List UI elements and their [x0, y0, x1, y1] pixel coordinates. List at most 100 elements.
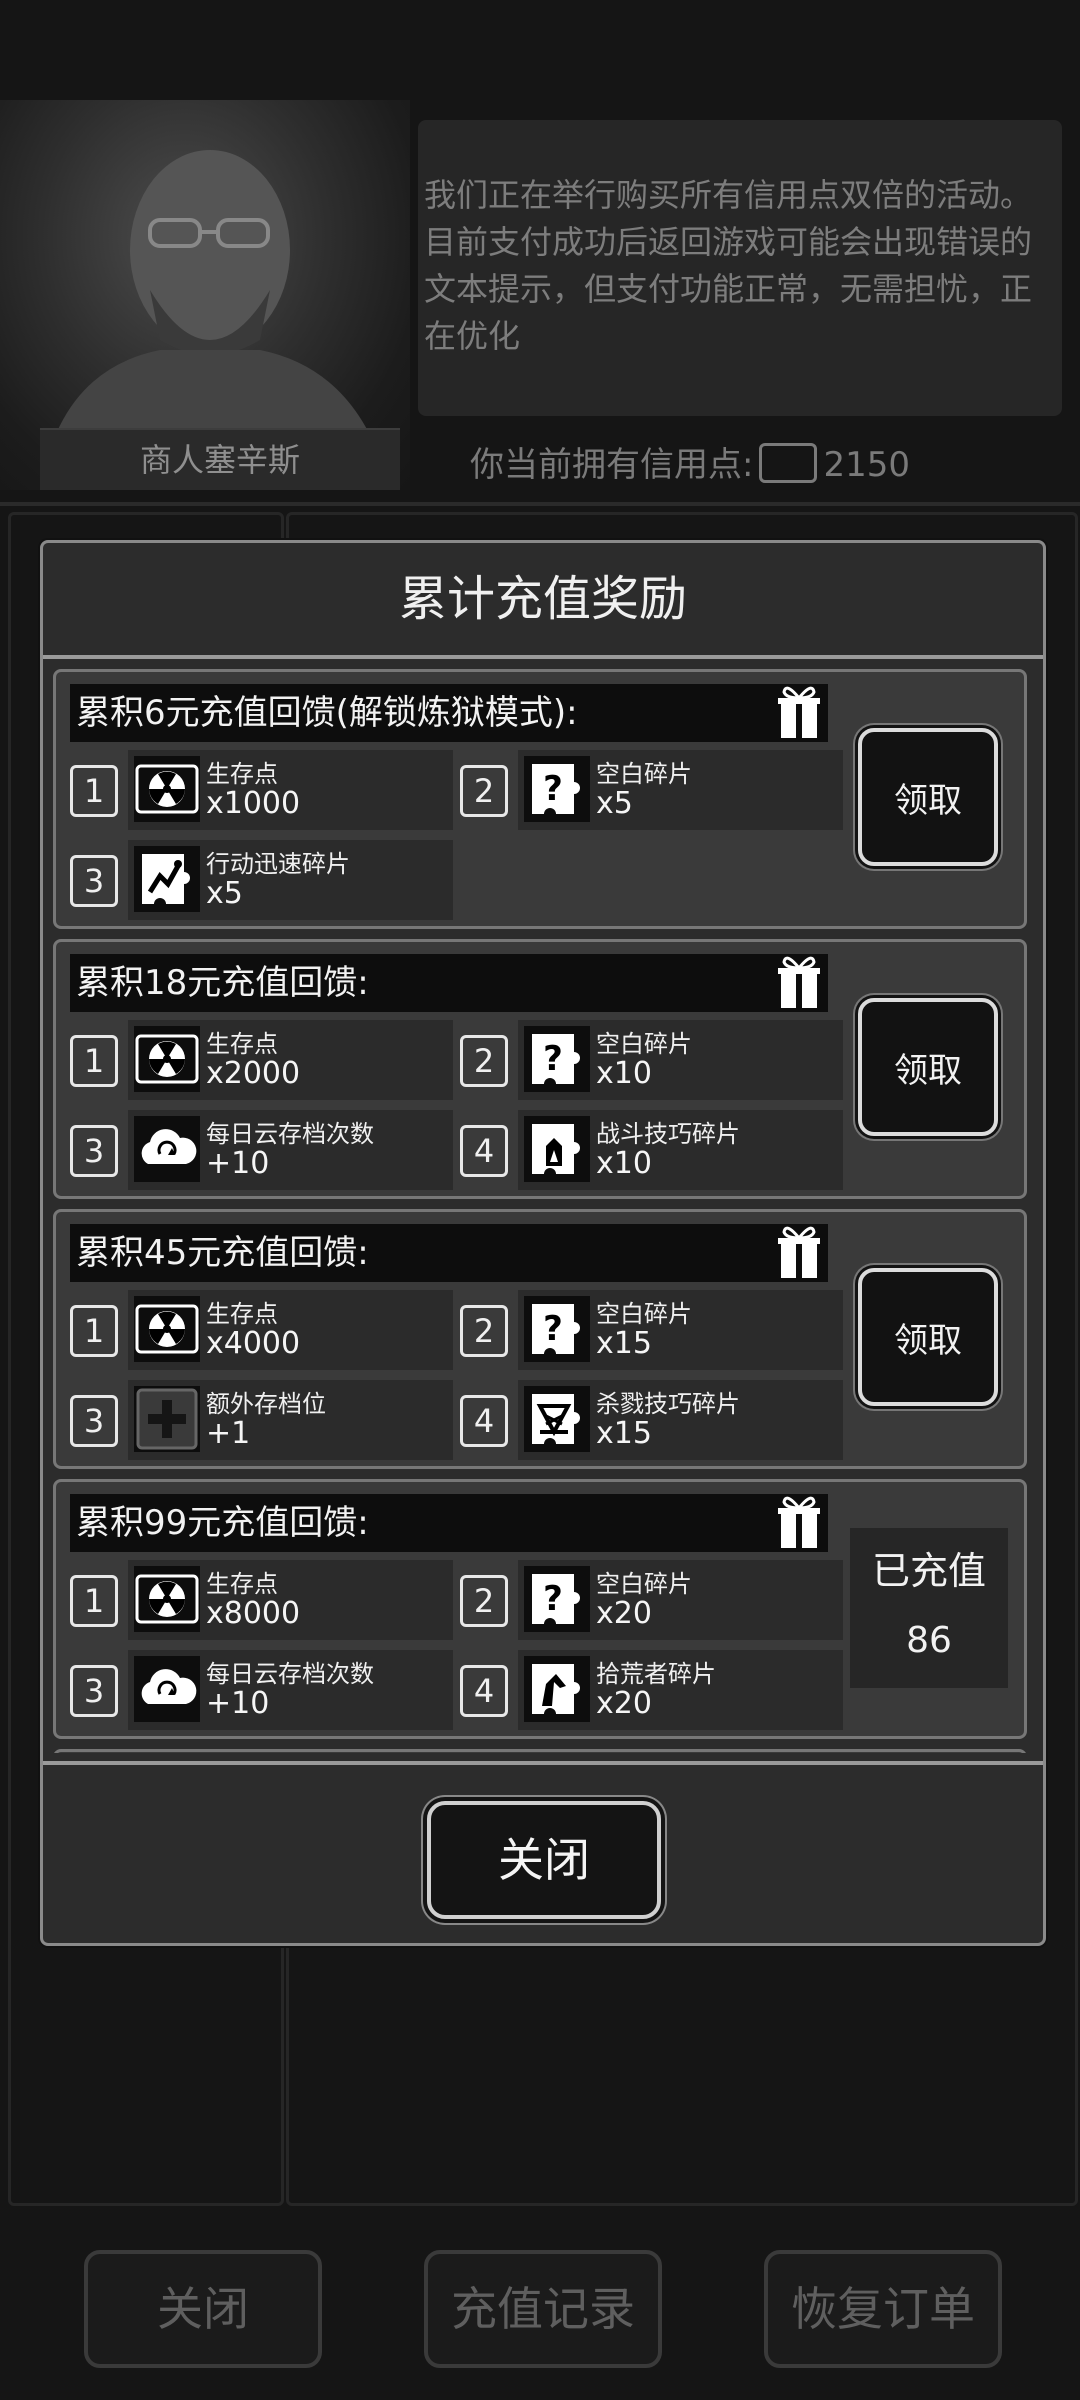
reward-tier: 累积99元充值回馈: 1 生存点 x8000 2 ? 空白碎片 x20 3 每日… — [53, 1479, 1027, 1739]
reward-index: 1 — [70, 1035, 118, 1087]
svg-text:?: ? — [543, 1309, 563, 1349]
reward-name: 生存点 — [206, 1030, 278, 1058]
reward-quantity: x1000 — [206, 786, 301, 821]
reward-index: 3 — [70, 1665, 118, 1717]
reward-tier: 累积18元充值回馈: 1 生存点 x2000 2 ? 空白碎片 x10 3 每日… — [53, 939, 1027, 1199]
reward-item: 2 ? 空白碎片 x15 — [460, 1290, 843, 1370]
reward-quantity: x15 — [596, 1326, 652, 1361]
gift-icon — [778, 1226, 820, 1278]
gift-icon — [778, 956, 820, 1008]
reward-item: 1 生存点 x8000 — [70, 1560, 453, 1640]
credits-value: 2150 — [823, 445, 910, 485]
shop-close-button[interactable]: 关闭 — [84, 2250, 322, 2368]
claim-button[interactable]: 领取 — [858, 998, 998, 1136]
reward-item: 2 ? 空白碎片 x20 — [460, 1560, 843, 1640]
reward-quantity: x10 — [596, 1146, 652, 1181]
cumulative-reward-dialog: 累计充值奖励 累积6元充值回馈(解锁炼狱模式): 1 生存点 x1000 2 ?… — [40, 540, 1046, 1946]
puzzle-question-icon: ? — [524, 1296, 590, 1362]
merchant-name: 商人塞辛斯 — [40, 428, 400, 490]
puzzle-question-icon: ? — [524, 1026, 590, 1092]
reward-index: 1 — [70, 1305, 118, 1357]
reward-quantity: +1 — [206, 1416, 251, 1451]
reward-name: 空白碎片 — [596, 1300, 692, 1328]
credits-display: 你当前拥有信用点: 2150 — [470, 440, 910, 490]
reward-quantity: x15 — [596, 1416, 652, 1451]
reward-quantity: x2000 — [206, 1056, 301, 1091]
reward-index: 4 — [460, 1395, 508, 1447]
reward-quantity: x5 — [596, 786, 633, 821]
reward-index: 2 — [460, 1575, 508, 1627]
puzzle-scavenger-icon — [524, 1656, 590, 1722]
reward-quantity: x8000 — [206, 1596, 301, 1631]
reward-item: 3 行动迅速碎片 x5 — [70, 840, 453, 920]
restore-order-button[interactable]: 恢复订单 — [764, 2250, 1002, 2368]
reward-item: 4 杀戮技巧碎片 x15 — [460, 1380, 843, 1460]
dialog-footer-divider — [43, 1761, 1043, 1765]
reward-index: 3 — [70, 1125, 118, 1177]
svg-text:?: ? — [543, 1039, 563, 1079]
puzzle-question-icon: ? — [524, 756, 590, 822]
reward-index: 1 — [70, 765, 118, 817]
reward-item: 1 生存点 x2000 — [70, 1020, 453, 1100]
reward-item: 4 拾荒者碎片 x20 — [460, 1650, 843, 1730]
reward-list[interactable]: 累积6元充值回馈(解锁炼狱模式): 1 生存点 x1000 2 ? 空白碎片 x… — [53, 663, 1033, 1753]
reward-name: 空白碎片 — [596, 1030, 692, 1058]
reward-name: 额外存档位 — [206, 1390, 326, 1418]
claim-button[interactable]: 领取 — [858, 728, 998, 866]
charged-amount: 86 — [906, 1620, 952, 1661]
reward-item: 3 每日云存档次数 +10 — [70, 1650, 453, 1730]
reward-tier-next — [53, 1749, 1027, 1753]
credit-card-icon — [759, 442, 818, 483]
reward-item: 4 战斗技巧碎片 x10 — [460, 1110, 843, 1190]
reward-name: 战斗技巧碎片 — [596, 1120, 740, 1148]
reward-index: 3 — [70, 855, 118, 907]
cloud-sync-icon — [134, 1116, 200, 1182]
reward-quantity: x10 — [596, 1056, 652, 1091]
merchant-message: 我们正在举行购买所有信用点双倍的活动。目前支付成功后返回游戏可能会出现错误的文本… — [424, 176, 1033, 355]
reward-name: 杀戮技巧碎片 — [596, 1390, 740, 1418]
tier-title: 累积45元充值回馈: — [70, 1224, 828, 1282]
reward-name: 生存点 — [206, 760, 278, 788]
recharge-history-button[interactable]: 充值记录 — [424, 2250, 662, 2368]
gift-icon — [778, 686, 820, 738]
reward-quantity: x20 — [596, 1596, 652, 1631]
dialog-close-button[interactable]: 关闭 — [427, 1801, 661, 1919]
reward-name: 生存点 — [206, 1300, 278, 1328]
radiation-icon — [134, 1026, 200, 1092]
puzzle-fight-icon — [524, 1116, 590, 1182]
radiation-icon — [134, 756, 200, 822]
reward-item: 3 额外存档位 +1 — [70, 1380, 453, 1460]
reward-quantity: +10 — [206, 1686, 270, 1721]
reward-index: 1 — [70, 1575, 118, 1627]
reward-quantity: x5 — [206, 876, 243, 911]
reward-index: 4 — [460, 1665, 508, 1717]
reward-index: 3 — [70, 1395, 118, 1447]
tier-title: 累积18元充值回馈: — [70, 954, 828, 1012]
puzzle-question-icon: ? — [524, 1566, 590, 1632]
reward-item: 3 每日云存档次数 +10 — [70, 1110, 453, 1190]
reward-index: 2 — [460, 1305, 508, 1357]
reward-quantity: +10 — [206, 1146, 270, 1181]
dialog-title: 累计充值奖励 — [43, 543, 1043, 659]
cloud-sync-icon — [134, 1656, 200, 1722]
tier-title: 累积6元充值回馈(解锁炼狱模式): — [70, 684, 828, 742]
charged-status: 已充值 86 — [850, 1528, 1008, 1688]
claim-button[interactable]: 领取 — [858, 1268, 998, 1406]
puzzle-speed-icon — [134, 846, 200, 912]
svg-text:?: ? — [543, 1579, 563, 1619]
radiation-icon — [134, 1296, 200, 1362]
reward-index: 2 — [460, 1035, 508, 1087]
divider — [0, 502, 1080, 506]
gift-icon — [778, 1496, 820, 1548]
reward-item: 1 生存点 x1000 — [70, 750, 453, 830]
reward-index: 2 — [460, 765, 508, 817]
reward-item: 2 ? 空白碎片 x5 — [460, 750, 843, 830]
reward-item: 1 生存点 x4000 — [70, 1290, 453, 1370]
reward-item: 2 ? 空白碎片 x10 — [460, 1020, 843, 1100]
reward-quantity: x20 — [596, 1686, 652, 1721]
reward-name: 拾荒者碎片 — [596, 1660, 716, 1688]
reward-index: 4 — [460, 1125, 508, 1177]
reward-name: 行动迅速碎片 — [206, 850, 350, 878]
reward-name: 生存点 — [206, 1570, 278, 1598]
reward-name: 每日云存档次数 — [206, 1120, 374, 1148]
